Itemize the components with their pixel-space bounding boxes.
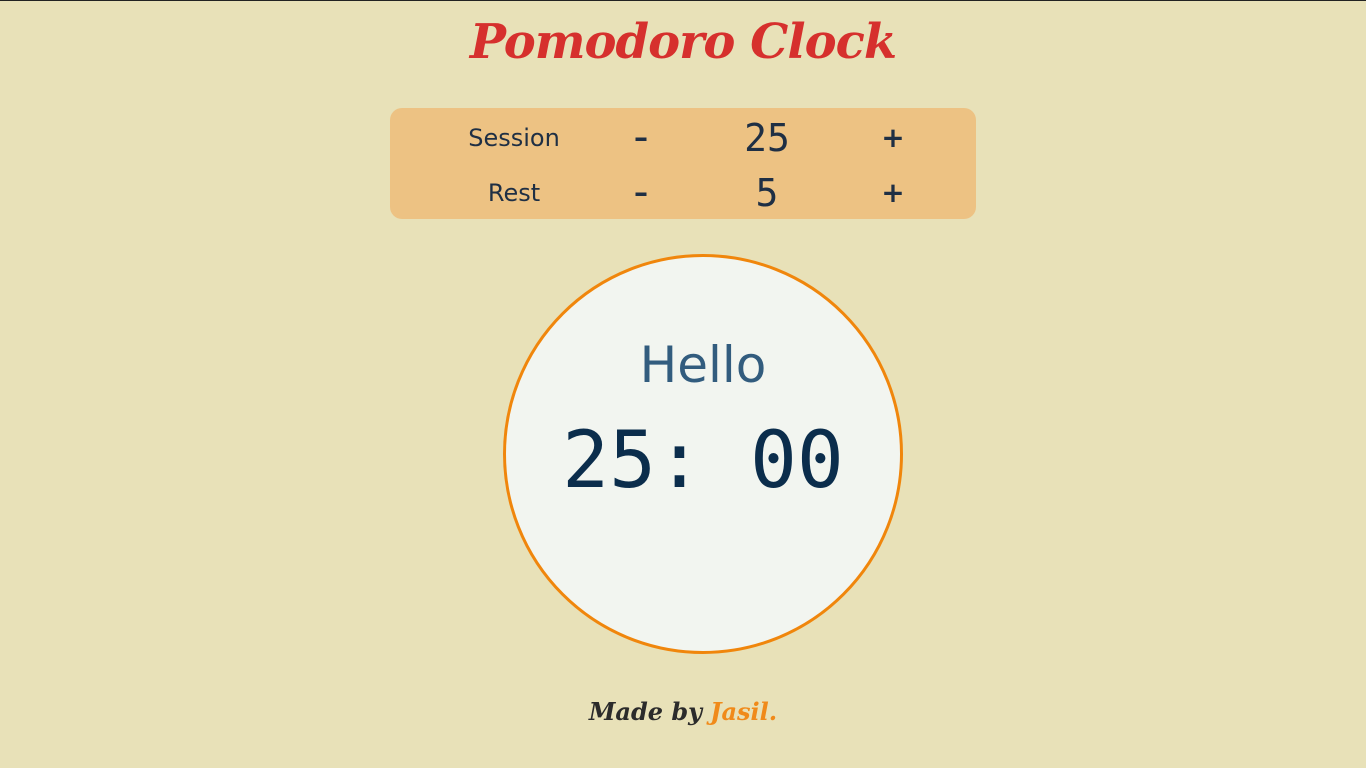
timer-dial[interactable]: Hello 25: 00 [503, 254, 903, 654]
rest-increment-button[interactable]: + [868, 173, 918, 213]
session-row: Session – 25 + [390, 118, 976, 158]
rest-row: Rest – 5 + [390, 173, 976, 213]
footer-author: Jasil. [710, 697, 778, 726]
session-label: Session [468, 124, 560, 152]
session-decrement-button[interactable]: – [616, 118, 666, 158]
session-increment-button[interactable]: + [868, 118, 918, 158]
footer-credit: Made by Jasil. [0, 697, 1366, 726]
top-border [0, 0, 1366, 1]
timer-status: Hello [639, 336, 767, 394]
rest-label: Rest [487, 179, 541, 207]
footer-prefix: Made by [588, 697, 703, 726]
timer-display: 25: 00 [562, 416, 844, 506]
rest-decrement-button[interactable]: – [616, 173, 666, 213]
session-length-value: 25 [744, 116, 790, 160]
app-title: Pomodoro Clock [469, 14, 897, 70]
rest-length-value: 5 [755, 171, 779, 215]
settings-panel: Session – 25 + Rest – 5 + [390, 108, 976, 219]
